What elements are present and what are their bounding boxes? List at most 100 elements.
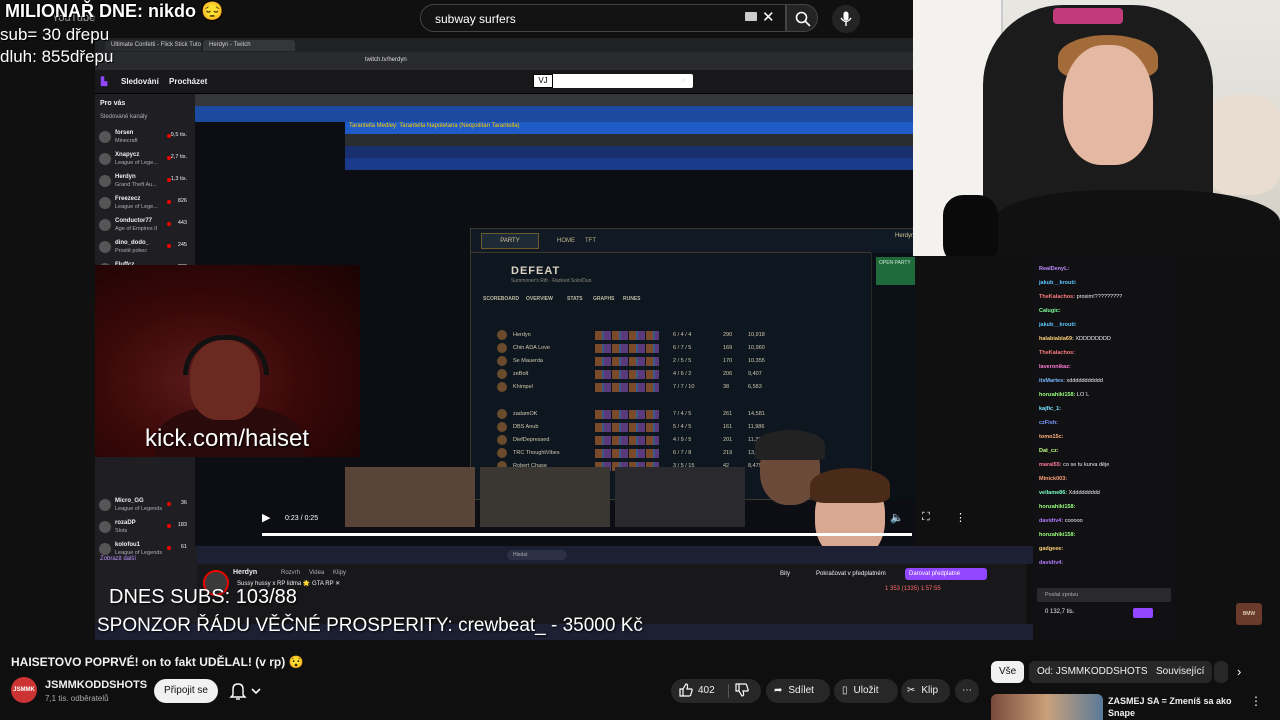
recommended-video-title[interactable]: ZASMEJ SA = Zmeníš sa ako Snape <box>1108 695 1248 719</box>
chat-username: jakub__krouti: <box>1039 322 1077 328</box>
sidebar-subtitle: Sledované kanály <box>100 114 148 120</box>
chat-message: TheKalachos: <box>1039 350 1175 360</box>
chip-related[interactable]: Související <box>1148 661 1213 683</box>
share-button[interactable]: ➦ Sdílet <box>766 679 830 703</box>
cap-icon <box>755 430 825 460</box>
chat-text: XDDDDDDDD <box>1075 336 1111 342</box>
player-name: Herdyn <box>513 332 531 338</box>
creep-score: 290 <box>723 332 733 338</box>
inner-progress-bar <box>262 533 912 536</box>
voice-search-button[interactable] <box>832 5 860 33</box>
more-vertical-icon[interactable]: ⋮ <box>1250 694 1262 708</box>
channel-name: kolofou1 <box>115 542 140 548</box>
creep-score: 219 <box>723 450 733 456</box>
avatar <box>99 175 111 187</box>
chip-from-channel[interactable]: Od: JSMMKODDSHOTS <box>1029 661 1156 683</box>
chat-message: halabiabla69: XDDDDDDDD <box>1039 336 1175 346</box>
save-button[interactable]: ▯ Uložit <box>834 679 898 703</box>
keyboard-icon[interactable] <box>745 12 757 21</box>
clip-button[interactable]: ✂ Klip <box>901 679 950 703</box>
channel-name: Conductor77 <box>115 218 153 224</box>
champion-icon <box>497 343 507 353</box>
channel-name: Freezecz <box>115 196 141 202</box>
kda: 6 / 7 / 5 <box>673 345 692 351</box>
twitch-search-icon: ⌕ <box>681 75 687 85</box>
avatar <box>99 521 111 533</box>
gold: 14,581 <box>748 411 765 417</box>
channel-avatar[interactable]: JSMMK <box>11 677 37 703</box>
chat-message: itsMartes: xddddddddddd <box>1039 378 1175 388</box>
items-icon <box>595 410 659 419</box>
channel-name[interactable]: JSMMKODDSHOTS <box>45 679 147 691</box>
video-player[interactable]: Ultimate Confetti - Flick Stick Tutorial… <box>0 0 1280 648</box>
player-name: Chin ADA Love <box>513 345 550 351</box>
gaming-chair-logo <box>1053 8 1123 24</box>
fullscreen-icon: ⛶ <box>922 511 930 523</box>
chip-all[interactable]: Vše <box>991 661 1025 683</box>
thumbnail <box>480 467 610 527</box>
like-count: 402 <box>698 685 715 696</box>
lol-result-subtitle: Summoner's Rift · Ranked Solo/Duo <box>511 278 592 284</box>
join-button[interactable]: Připojit se <box>154 679 218 703</box>
lol-profile: Herdyn <box>871 229 915 253</box>
kda: 7 / 7 / 10 <box>673 384 695 390</box>
bell-icon <box>229 683 261 700</box>
thumbnail <box>615 467 745 527</box>
player-name: DiefDepressed <box>513 437 550 443</box>
champion-icon <box>497 356 507 366</box>
notifications-button[interactable] <box>226 679 270 703</box>
inner-browser-bookmarks <box>195 106 915 122</box>
chat-username: honzahiki158: <box>1039 392 1076 398</box>
overlay-milionar: MILIONAŘ DNE: nikdo 😔 <box>5 1 224 21</box>
chat-username: vellame86: <box>1039 490 1068 496</box>
channel-name: forsen <box>115 130 134 136</box>
recommended-video-thumbnail[interactable] <box>991 694 1103 720</box>
tab-schedule: Rozvrh <box>281 570 301 576</box>
twitch-nav-following: Sledování <box>121 77 159 86</box>
chat-message: Minick003: <box>1039 476 1175 486</box>
kick-overlay-text: kick.com/haiset <box>145 425 310 452</box>
live-dot-icon <box>167 546 171 550</box>
like-button[interactable] <box>679 679 693 703</box>
lol-scoreboard-row: Khimpel 7 / 7 / 10 38 6,583 <box>483 382 873 394</box>
chat-text: LO`L <box>1076 392 1090 398</box>
chat-username: TheKalachos: <box>1039 294 1076 300</box>
chat-username: kajfic_1: <box>1039 406 1062 412</box>
lol-tab-graphs: GRAPHS <box>593 296 615 302</box>
player-name: Se Mauerda <box>513 358 543 364</box>
inner-time-display: 0:23 / 0:25 <box>285 515 319 522</box>
lol-tab-stats: STATS <box>567 296 583 302</box>
chat-username: halabiabla69: <box>1039 336 1074 342</box>
inner-taskbar: Hledat <box>197 546 1035 564</box>
player-name: DBS Anub <box>513 424 539 430</box>
search-input[interactable]: subway surfers <box>420 4 786 32</box>
thumbs-up-icon <box>679 683 693 697</box>
chat-username: RealDenyL: <box>1039 266 1070 272</box>
champion-icon <box>497 448 507 458</box>
chat-text: xddddddddddd <box>1066 378 1103 384</box>
more-vertical-icon: ⋮ <box>955 512 966 524</box>
chat-username: honzahiki158: <box>1039 532 1076 538</box>
more-actions-button[interactable]: ⋯ <box>955 679 979 703</box>
play-icon: ▶ <box>262 512 271 524</box>
live-dot-icon <box>167 222 171 226</box>
channel-name: Micro_GG <box>115 498 144 504</box>
clear-search-icon[interactable]: ✕ <box>762 8 775 26</box>
live-dot-icon <box>167 524 171 528</box>
chat-message: jakub__krouti: <box>1039 280 1175 290</box>
channel-game: League of Lege... <box>115 160 158 166</box>
lol-scoreboard-row: Chin ADA Love 6 / 7 / 5 169 10,960 <box>483 343 873 355</box>
chat-username: czFish: <box>1039 420 1058 426</box>
chat-message: czFish: <box>1039 420 1175 430</box>
dislike-button[interactable] <box>735 679 749 703</box>
champion-icon <box>497 435 507 445</box>
lol-scoreboard-row: zadamOK 7 / 4 / 5 261 14,581 <box>483 409 873 421</box>
kda: 6 / 4 / 4 <box>673 332 692 338</box>
player-name: TRC ThoughtVibes <box>513 450 560 456</box>
bits-button: Bity <box>780 571 791 577</box>
search-button[interactable] <box>786 4 818 32</box>
clip-label: Klip <box>921 685 939 696</box>
player-name: zeBolt <box>513 371 529 377</box>
chevron-right-icon[interactable]: › <box>1237 664 1241 679</box>
chip-overflow[interactable] <box>1214 661 1228 683</box>
